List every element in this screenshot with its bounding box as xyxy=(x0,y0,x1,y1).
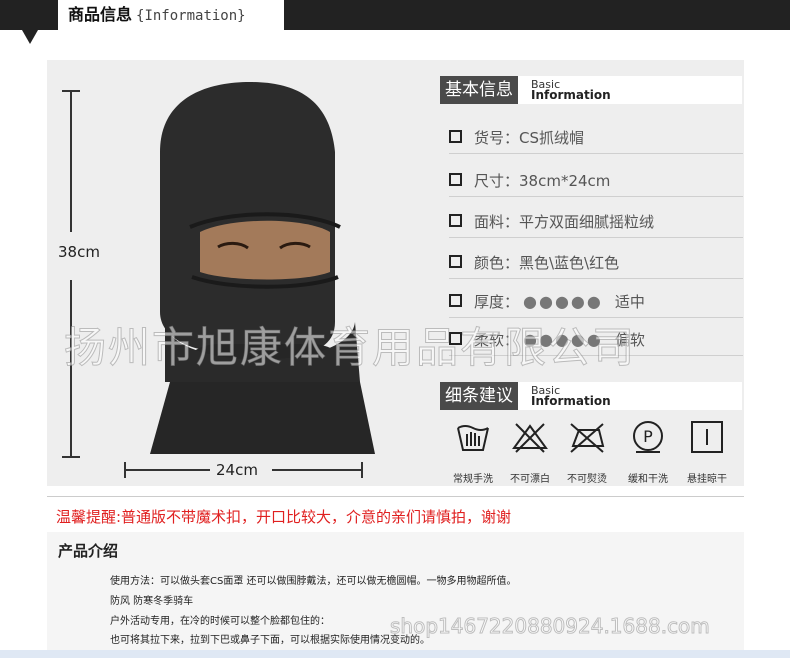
intro-line: 也可将其拉下来，拉到下巴或鼻子下面，可以根据实际使用情况变动的。 xyxy=(110,635,430,646)
checkbox-square-icon xyxy=(449,255,462,268)
width-dimension-cap-right xyxy=(361,462,363,478)
thickness-rating: ●●●●● xyxy=(523,292,603,311)
intro-title: 产品介绍 xyxy=(58,542,119,560)
info-tab-subtitle: {Information} xyxy=(136,8,246,24)
checkbox-square-icon xyxy=(449,214,462,227)
bottom-strip xyxy=(0,650,790,658)
care-label: 常规手洗 xyxy=(453,474,493,485)
care-item-dry-clean: P 缓和干洗 xyxy=(618,420,678,485)
care-item-hang-dry: 悬挂晾干 xyxy=(677,420,737,485)
care-item-hand-wash: 常规手洗 xyxy=(443,420,503,485)
width-label: 24cm xyxy=(216,461,258,479)
info-tab: 商品信息 {Information} xyxy=(58,0,284,30)
spec-text: 尺寸：38cm*24cm xyxy=(474,172,611,190)
dry-clean-icon: P xyxy=(633,421,663,453)
care-subtitle: Basic Information xyxy=(531,385,611,407)
spec-text: 颜色：黑色\蓝色\红色 xyxy=(474,254,620,272)
no-iron-icon xyxy=(570,423,605,453)
spec-row-fabric: 面料：平方双面细腻摇粒绒 xyxy=(449,207,743,238)
spec-row-item-no: 货号：CS抓绒帽 xyxy=(449,123,743,154)
spec-row-size: 尺寸：38cm*24cm xyxy=(449,166,743,197)
spec-row-color: 颜色：黑色\蓝色\红色 xyxy=(449,248,743,279)
spec-text: 面料：平方双面细腻摇粒绒 xyxy=(474,213,655,231)
width-dimension-cap-left xyxy=(124,462,126,478)
height-dimension-cap-bottom xyxy=(62,456,80,458)
basic-info-subtitle: Basic Information xyxy=(531,79,611,101)
divider xyxy=(47,496,744,497)
care-title: 细条建议 xyxy=(440,382,518,410)
tab-arrow-icon xyxy=(22,30,38,44)
care-item-no-iron: 不可熨烫 xyxy=(557,420,617,485)
shop-watermark: shop1467220880924.1688.com xyxy=(390,614,711,639)
no-bleach-icon xyxy=(512,423,548,453)
height-dimension-cap-top xyxy=(62,90,80,92)
hang-dry-icon xyxy=(691,421,723,453)
intro-line: 防风 防寒冬季骑车 xyxy=(110,596,194,607)
hand-wash-icon xyxy=(457,425,489,451)
care-subtitle-line2: Information xyxy=(531,394,611,408)
spec-text: 货号：CS抓绒帽 xyxy=(474,129,584,147)
care-item-no-bleach: 不可漂白 xyxy=(500,420,560,485)
basic-info-header: 基本信息 Basic Information xyxy=(440,76,742,104)
balaclava-photo xyxy=(150,82,375,454)
care-label: 不可漂白 xyxy=(510,474,550,485)
info-tab-title: 商品信息 xyxy=(68,5,133,24)
basic-info-subtitle-line2: Information xyxy=(531,88,611,102)
checkbox-square-icon xyxy=(449,173,462,186)
care-label: 悬挂晾干 xyxy=(687,474,727,485)
svg-text:P: P xyxy=(643,427,653,446)
company-watermark: 扬州市旭康体育用品有限公司 xyxy=(63,323,637,373)
care-label: 缓和干洗 xyxy=(628,474,668,485)
care-header: 细条建议 Basic Information xyxy=(440,382,742,410)
care-label: 不可熨烫 xyxy=(567,474,607,485)
spec-label: 厚度： xyxy=(474,293,520,311)
intro-line: 户外活动专用，在冷的时候可以整个脸都包住的： xyxy=(110,616,330,627)
rating-dots: ●●●●● xyxy=(523,292,603,311)
thickness-note: 适中 xyxy=(614,293,645,311)
checkbox-square-icon xyxy=(449,130,462,143)
checkbox-square-icon xyxy=(449,294,462,307)
height-label: 38cm xyxy=(58,243,100,261)
basic-info-title: 基本信息 xyxy=(440,76,518,104)
warning-notice: 温馨提醒:普通版不带魔术扣，开口比较大，介意的亲们请慎拍，谢谢 xyxy=(56,508,512,526)
intro-line: 使用方法：可以做头套CS面罩 还可以做围脖戴法，还可以做无檐圆帽。一物多用物超所… xyxy=(110,576,517,587)
